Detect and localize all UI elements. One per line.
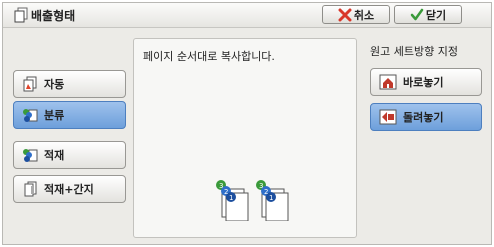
svg-text:3: 3	[259, 182, 263, 190]
upright-icon	[379, 74, 397, 90]
svg-text:1: 1	[229, 194, 233, 202]
rotated-icon	[379, 109, 397, 125]
close-button[interactable]: 닫기	[394, 5, 462, 24]
svg-text:2: 2	[264, 188, 268, 196]
collate-icon	[23, 109, 38, 122]
mode-stack-label: 적재	[44, 149, 65, 162]
mode-auto-label: 자동	[44, 78, 65, 91]
svg-text:2: 2	[224, 188, 228, 196]
document-stack-icon	[14, 7, 28, 23]
mode-collate-label: 분류	[44, 109, 65, 122]
mode-stack-button[interactable]: 적재	[13, 141, 126, 169]
cancel-button[interactable]: 취소	[322, 5, 390, 24]
mode-auto-button[interactable]: 자동	[13, 70, 126, 98]
stack-icon	[23, 149, 38, 162]
orientation-label: 원고 세트방향 지정	[370, 45, 458, 58]
preview-message: 페이지 순서대로 복사합니다.	[143, 50, 275, 63]
orientation-upright-label: 바로놓기	[403, 76, 444, 89]
cancel-label: 취소	[353, 8, 375, 22]
orientation-rotated-label: 돌려놓기	[403, 111, 444, 124]
mode-stack-separator-label: 적재+간지	[44, 183, 94, 196]
cancel-x-icon	[338, 8, 352, 21]
auto-icon	[23, 76, 37, 92]
svg-text:1: 1	[269, 194, 273, 202]
svg-text:3: 3	[219, 182, 223, 190]
page-title: 배출형태	[31, 9, 76, 23]
mode-collate-button[interactable]: 분류	[13, 101, 126, 129]
close-label: 닫기	[425, 8, 447, 22]
stack-separator-icon	[24, 181, 37, 197]
orientation-upright-button[interactable]: 바로놓기	[370, 68, 482, 96]
preview-pane: 페이지 순서대로 복사합니다. 3 2 1 3 2 1	[133, 38, 357, 238]
orientation-rotated-button[interactable]: 돌려놓기	[370, 103, 482, 131]
title-bar: 배출형태 취소 닫기	[3, 3, 491, 28]
collate-illustration-icon: 3 2 1 3 2 1	[216, 180, 289, 221]
check-icon	[410, 8, 424, 20]
mode-stack-separator-button[interactable]: 적재+간지	[13, 175, 126, 203]
